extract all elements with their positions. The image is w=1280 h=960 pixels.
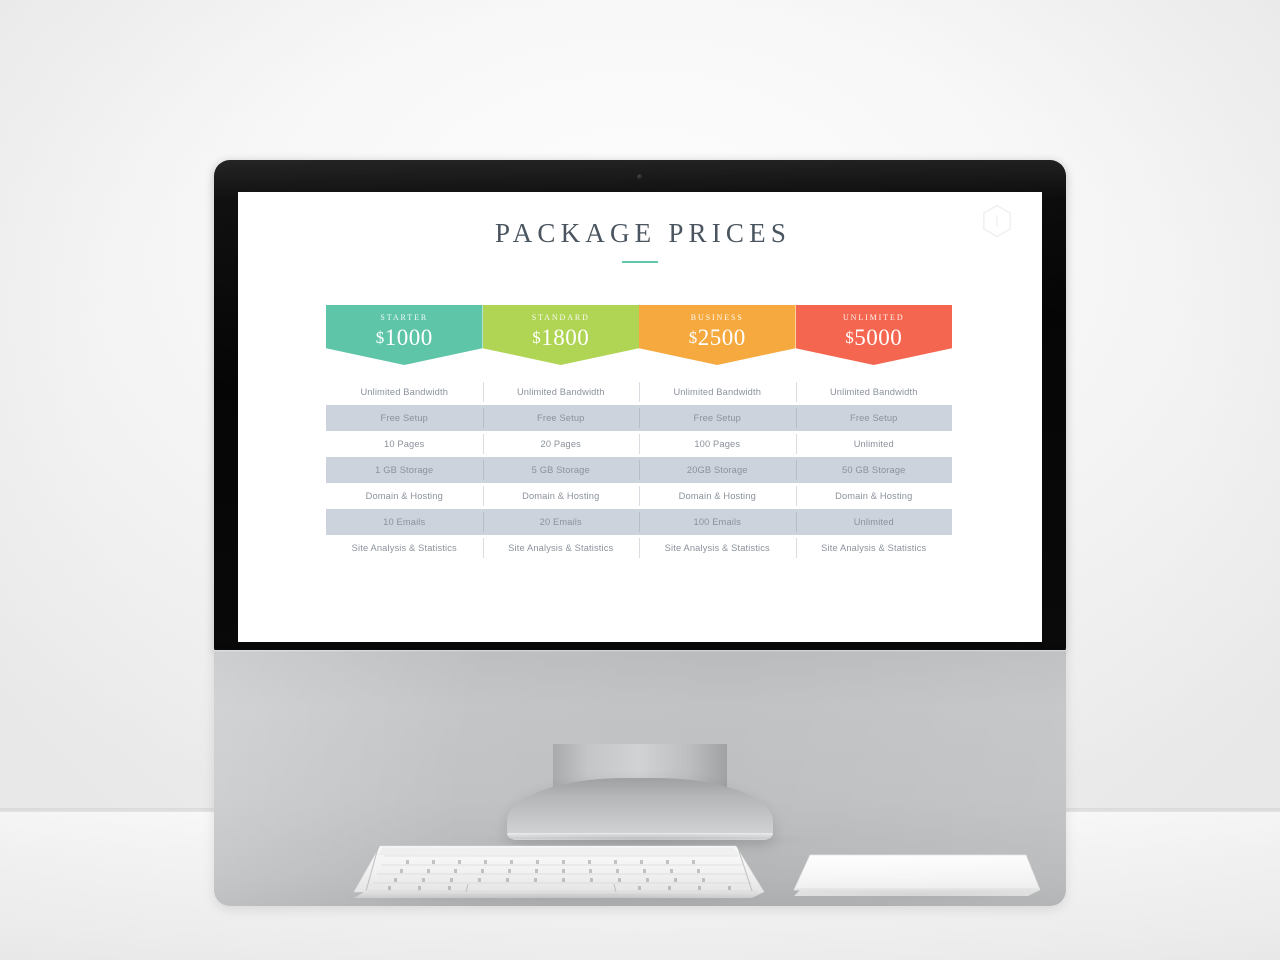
price-amount: 2500: [697, 325, 746, 350]
pricing-table: STARTER $1000 Unlimited Bandwidth Free S…: [326, 305, 952, 561]
price-amount: 1800: [541, 325, 590, 350]
monitor-bezel: PACKAGE PRICES STARTER $1000 Unlimited B…: [214, 160, 1066, 652]
plan-feature: Unlimited: [795, 509, 952, 535]
plan-feature: Site Analysis & Statistics: [795, 535, 953, 561]
plan-feature: Unlimited Bandwidth: [795, 379, 953, 405]
plan-feature: 5 GB Storage: [482, 457, 639, 483]
page-title: PACKAGE PRICES: [494, 218, 792, 248]
currency-symbol: $: [845, 328, 855, 347]
plan-feature: Site Analysis & Statistics: [482, 535, 640, 561]
plan-feature: Free Setup: [639, 405, 796, 431]
plan-feature: Unlimited: [795, 431, 953, 457]
plan-feature: 100 Emails: [639, 509, 796, 535]
plan-feature: Free Setup: [482, 405, 639, 431]
plan-feature-list: Unlimited Bandwidth Free Setup 10 Pages …: [326, 379, 483, 561]
pricing-plan-business[interactable]: BUSINESS $2500 Unlimited Bandwidth Free …: [639, 305, 796, 561]
plan-feature: 1 GB Storage: [326, 457, 483, 483]
plan-price: $1000: [326, 325, 483, 351]
trackpad-shadow: [782, 890, 1052, 902]
plan-price: $5000: [796, 325, 953, 351]
plan-feature: Site Analysis & Statistics: [639, 535, 796, 561]
plan-feature: 100 Pages: [639, 431, 796, 457]
plan-feature: Site Analysis & Statistics: [351, 543, 457, 553]
plan-feature-list: Unlimited Bandwidth Free Setup Unlimited…: [795, 379, 953, 561]
plan-header: STARTER $1000: [326, 305, 483, 365]
plan-feature: Unlimited Bandwidth: [360, 387, 449, 397]
plan-feature: Domain & Hosting: [365, 491, 443, 501]
plan-feature: Domain & Hosting: [639, 483, 796, 509]
plan-name: STARTER: [380, 313, 429, 322]
plan-feature: Free Setup: [795, 405, 952, 431]
plan-price: $1800: [483, 325, 640, 351]
plan-feature: Free Setup: [326, 405, 483, 431]
plan-feature: 10 Pages: [384, 439, 425, 449]
plan-feature: 20 Pages: [482, 431, 640, 457]
scene: PACKAGE PRICES STARTER $1000 Unlimited B…: [0, 0, 1280, 960]
plan-feature-list: Unlimited Bandwidth Free Setup 100 Pages…: [639, 379, 796, 561]
keyboard-shadow: [338, 893, 778, 907]
plan-header: STANDARD $1800: [482, 305, 640, 365]
presentation-slide: PACKAGE PRICES STARTER $1000 Unlimited B…: [238, 192, 1042, 642]
plan-feature: Domain & Hosting: [482, 483, 640, 509]
pricing-plan-unlimited[interactable]: UNLIMITED $5000 Unlimited Bandwidth Free…: [795, 305, 953, 561]
plan-name: STANDARD: [531, 313, 590, 322]
plan-header: BUSINESS $2500: [639, 305, 796, 365]
plan-feature: 20GB Storage: [639, 457, 796, 483]
plan-feature: Unlimited Bandwidth: [482, 379, 640, 405]
pricing-plan-starter[interactable]: STARTER $1000 Unlimited Bandwidth Free S…: [326, 305, 483, 561]
title-underline-rule: [622, 261, 658, 263]
currency-symbol: $: [532, 328, 542, 347]
plan-feature: Domain & Hosting: [795, 483, 953, 509]
chin-highlight: [214, 650, 1066, 652]
plan-feature: Unlimited Bandwidth: [639, 379, 796, 405]
webcam-icon: [637, 174, 643, 180]
plan-feature: 10 Emails: [326, 509, 483, 535]
price-amount: 1000: [384, 325, 433, 350]
plan-feature: 20 Emails: [482, 509, 639, 535]
currency-symbol: $: [688, 328, 698, 347]
pricing-plan-standard[interactable]: STANDARD $1800 Unlimited Bandwidth Free …: [482, 305, 640, 561]
plan-name: UNLIMITED: [842, 313, 905, 322]
plan-price: $2500: [639, 325, 796, 351]
screen: PACKAGE PRICES STARTER $1000 Unlimited B…: [238, 192, 1042, 642]
plan-name: BUSINESS: [690, 313, 744, 322]
plan-feature: 50 GB Storage: [795, 457, 952, 483]
price-amount: 5000: [854, 325, 903, 350]
plan-feature-list: Unlimited Bandwidth Free Setup 20 Pages …: [482, 379, 640, 561]
monitor: PACKAGE PRICES STARTER $1000 Unlimited B…: [214, 160, 1066, 906]
plan-header: UNLIMITED $5000: [795, 305, 953, 365]
currency-symbol: $: [375, 328, 385, 347]
hexagon-logo-icon: [982, 204, 1012, 238]
